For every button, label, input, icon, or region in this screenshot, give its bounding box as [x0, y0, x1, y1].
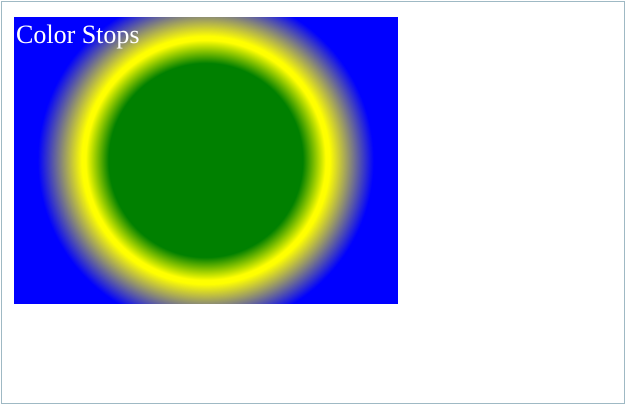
- page-frame: Color Stops: [1, 1, 625, 404]
- radial-gradient-box: Color Stops: [14, 17, 398, 304]
- gradient-box-title: Color Stops: [16, 20, 140, 49]
